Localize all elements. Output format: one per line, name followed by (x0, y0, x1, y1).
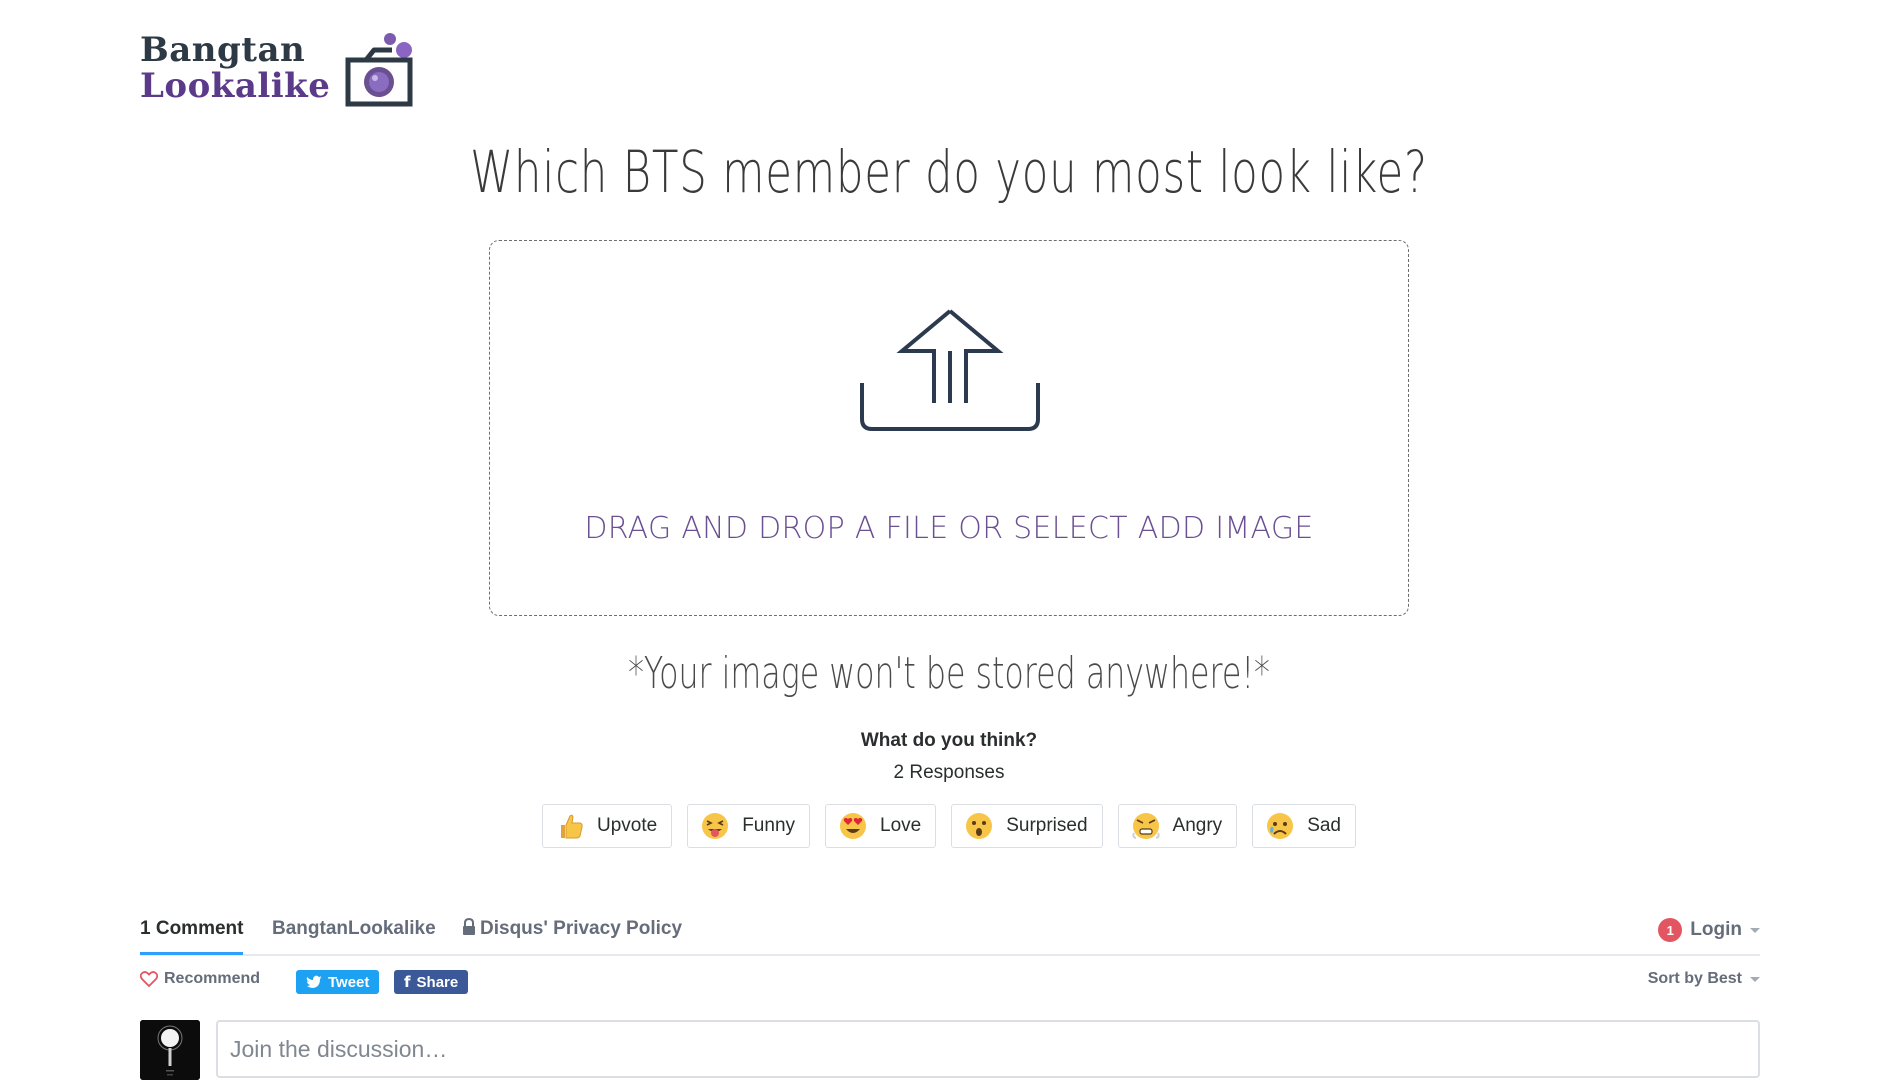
reaction-love-button[interactable]: Love (825, 804, 937, 848)
lock-icon (463, 918, 475, 935)
lightstick-avatar-image (140, 1020, 200, 1080)
avatar[interactable] (140, 1020, 200, 1080)
comment-compose (140, 1020, 1760, 1080)
reaction-label: Love (880, 815, 922, 836)
facebook-icon: f (404, 973, 411, 991)
reaction-upvote-button[interactable]: Upvote (542, 804, 673, 848)
reactions-bar: Upvote Funny Love Surprised Angry Sad (0, 804, 1898, 848)
login-label: Login (1690, 919, 1742, 940)
recommend-button[interactable]: Recommend (140, 970, 260, 988)
reaction-funny-button[interactable]: Funny (687, 804, 811, 848)
chevron-down-icon (1750, 976, 1760, 982)
tweet-label: Tweet (328, 973, 370, 991)
upload-tray-icon (860, 309, 1040, 431)
thread-actions: Recommend Tweet f Share Sort by Best (140, 970, 1760, 996)
tongue-out-emoji (702, 813, 729, 839)
twitter-bird-icon (306, 975, 322, 988)
privacy-policy-label: Disqus' Privacy Policy (480, 918, 683, 939)
reaction-label: Upvote (597, 815, 658, 836)
angry-emoji (1131, 813, 1160, 839)
reaction-surprised-button[interactable]: Surprised (951, 804, 1103, 848)
image-dropzone[interactable]: DRAG AND DROP A FILE OR SELECT ADD IMAGE (489, 240, 1409, 616)
page: Bangtan Lookalike Which BTS member do yo… (0, 0, 1898, 1080)
logo-line-1: Bangtan (140, 30, 306, 70)
reaction-sad-button[interactable]: Sad (1252, 804, 1356, 848)
heart-icon (140, 971, 158, 987)
reactions-title: What do you think? (860, 730, 1038, 751)
recommend-label: Recommend (164, 970, 261, 987)
dropzone-label[interactable]: DRAG AND DROP A FILE OR SELECT ADD IMAGE (490, 511, 1408, 546)
reactions-count: 2 Responses (893, 762, 1005, 783)
reaction-angry-button[interactable]: Angry (1117, 804, 1238, 848)
chevron-down-icon (1750, 927, 1760, 933)
surprised-emoji (966, 813, 993, 839)
comments-nav: 1 Comment BangtanLookalike Disqus' Priva… (140, 912, 1760, 956)
discussion-input[interactable] (216, 1020, 1760, 1078)
sort-label: Sort by Best (1647, 970, 1742, 987)
page-title: Which BTS member do you most look like? (470, 138, 1428, 206)
reaction-label: Angry (1172, 815, 1223, 836)
heart-eyes-emoji (840, 813, 867, 839)
tweet-button[interactable]: Tweet (296, 970, 380, 994)
share-label: Share (416, 973, 459, 991)
sort-dropdown[interactable]: Sort by Best (1648, 970, 1760, 988)
privacy-note: *Your image won't be stored anywhere!* (628, 648, 1270, 699)
logo-text: Bangtan Lookalike (140, 32, 330, 104)
site-logo[interactable]: Bangtan Lookalike (140, 28, 416, 108)
sad-emoji (1267, 813, 1294, 839)
tab-comments[interactable]: 1 Comment (140, 918, 244, 955)
tab-privacy-policy[interactable]: Disqus' Privacy Policy (462, 918, 682, 940)
thumbs-up-emoji (561, 814, 583, 839)
reaction-label: Surprised (1006, 815, 1088, 836)
camera-icon (345, 33, 413, 107)
tab-community[interactable]: BangtanLookalike (272, 918, 436, 940)
reaction-label: Funny (742, 815, 796, 836)
logo-line-2: Lookalike (140, 66, 331, 106)
reaction-label: Sad (1307, 815, 1341, 836)
facebook-share-button[interactable]: f Share (394, 970, 469, 994)
login-menu[interactable]: 1 Login (1658, 918, 1760, 942)
notification-badge[interactable]: 1 (1658, 918, 1683, 942)
